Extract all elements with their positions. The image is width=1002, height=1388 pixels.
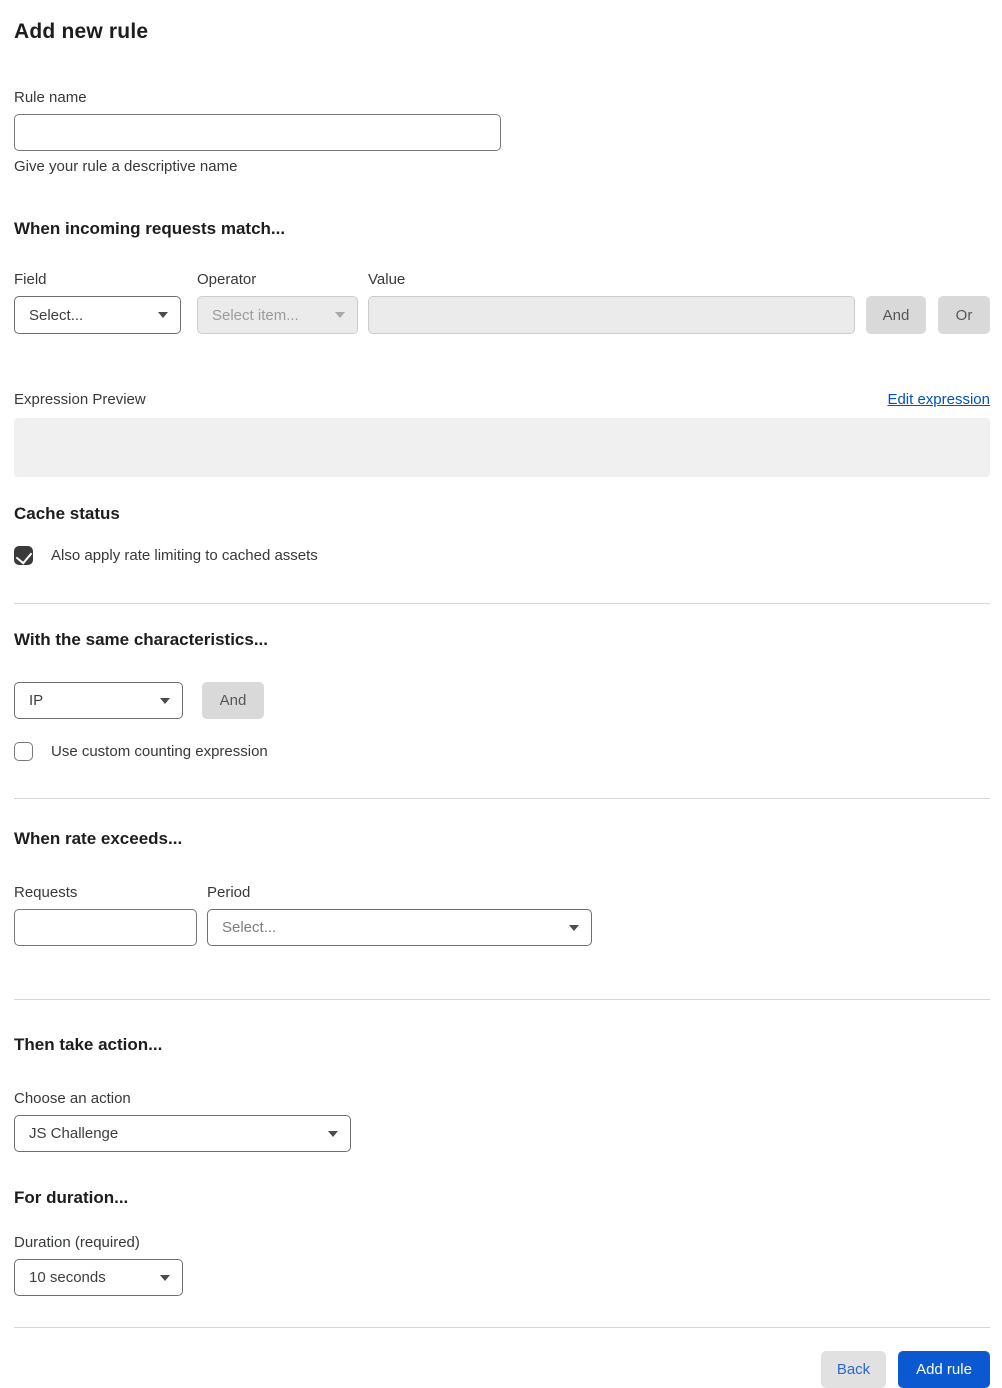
rate-section-heading: When rate exceeds... [14, 829, 183, 848]
custom-counting-label: Use custom counting expression [51, 743, 268, 760]
rule-name-help: Give your rule a descriptive name [14, 158, 238, 175]
chevron-down-icon [160, 1274, 170, 1281]
cache-checkbox-label: Also apply rate limiting to cached asset… [51, 547, 318, 564]
chevron-down-icon [328, 1130, 338, 1137]
action-label: Choose an action [14, 1090, 131, 1107]
add-rule-button[interactable]: Add rule [898, 1351, 990, 1388]
match-section-heading: When incoming requests match... [14, 219, 286, 238]
characteristics-section-heading: With the same characteristics... [14, 630, 269, 649]
period-select-value: Select... [222, 919, 277, 936]
requests-input[interactable] [14, 909, 197, 946]
duration-label: Duration (required) [14, 1234, 140, 1251]
operator-select-value: Select item... [212, 306, 299, 324]
cache-section-heading: Cache status [14, 504, 120, 523]
footer-divider [14, 1327, 990, 1328]
value-input [368, 296, 855, 334]
field-label: Field [14, 271, 47, 288]
action-select[interactable]: JS Challenge [14, 1115, 351, 1152]
operator-select: Select item... [197, 296, 358, 334]
characteristics-select[interactable]: IP [14, 682, 183, 719]
back-button[interactable]: Back [821, 1351, 886, 1388]
add-rule-form: Add new rule Rule name Give your rule a … [0, 0, 1002, 1388]
or-button[interactable]: Or [938, 296, 990, 334]
page-title: Add new rule [14, 20, 149, 43]
duration-section-heading: For duration... [14, 1188, 129, 1207]
duration-select[interactable]: 10 seconds [14, 1259, 183, 1296]
characteristics-select-value: IP [29, 692, 44, 709]
section-divider [14, 999, 990, 1000]
duration-select-value: 10 seconds [29, 1269, 106, 1286]
period-select[interactable]: Select... [207, 909, 592, 946]
section-divider [14, 603, 990, 604]
action-select-value: JS Challenge [29, 1125, 119, 1142]
chevron-down-icon [335, 312, 345, 318]
field-select-value: Select... [29, 306, 84, 324]
cache-checkbox[interactable] [14, 546, 33, 565]
field-select[interactable]: Select... [14, 296, 181, 334]
characteristics-and-button[interactable]: And [202, 682, 264, 719]
rule-name-label: Rule name [14, 89, 87, 106]
period-label: Period [207, 884, 251, 901]
operator-label: Operator [197, 271, 257, 288]
edit-expression-link[interactable]: Edit expression [887, 391, 990, 408]
value-label: Value [368, 271, 406, 288]
section-divider [14, 798, 990, 799]
expression-preview-box [14, 418, 990, 477]
chevron-down-icon [569, 924, 579, 931]
action-section-heading: Then take action... [14, 1035, 163, 1054]
chevron-down-icon [158, 312, 168, 318]
rule-name-input[interactable] [14, 114, 501, 151]
and-button[interactable]: And [866, 296, 926, 334]
requests-label: Requests [14, 884, 78, 901]
expression-preview-label: Expression Preview [14, 391, 146, 408]
chevron-down-icon [160, 697, 170, 704]
custom-counting-checkbox[interactable] [14, 742, 33, 761]
